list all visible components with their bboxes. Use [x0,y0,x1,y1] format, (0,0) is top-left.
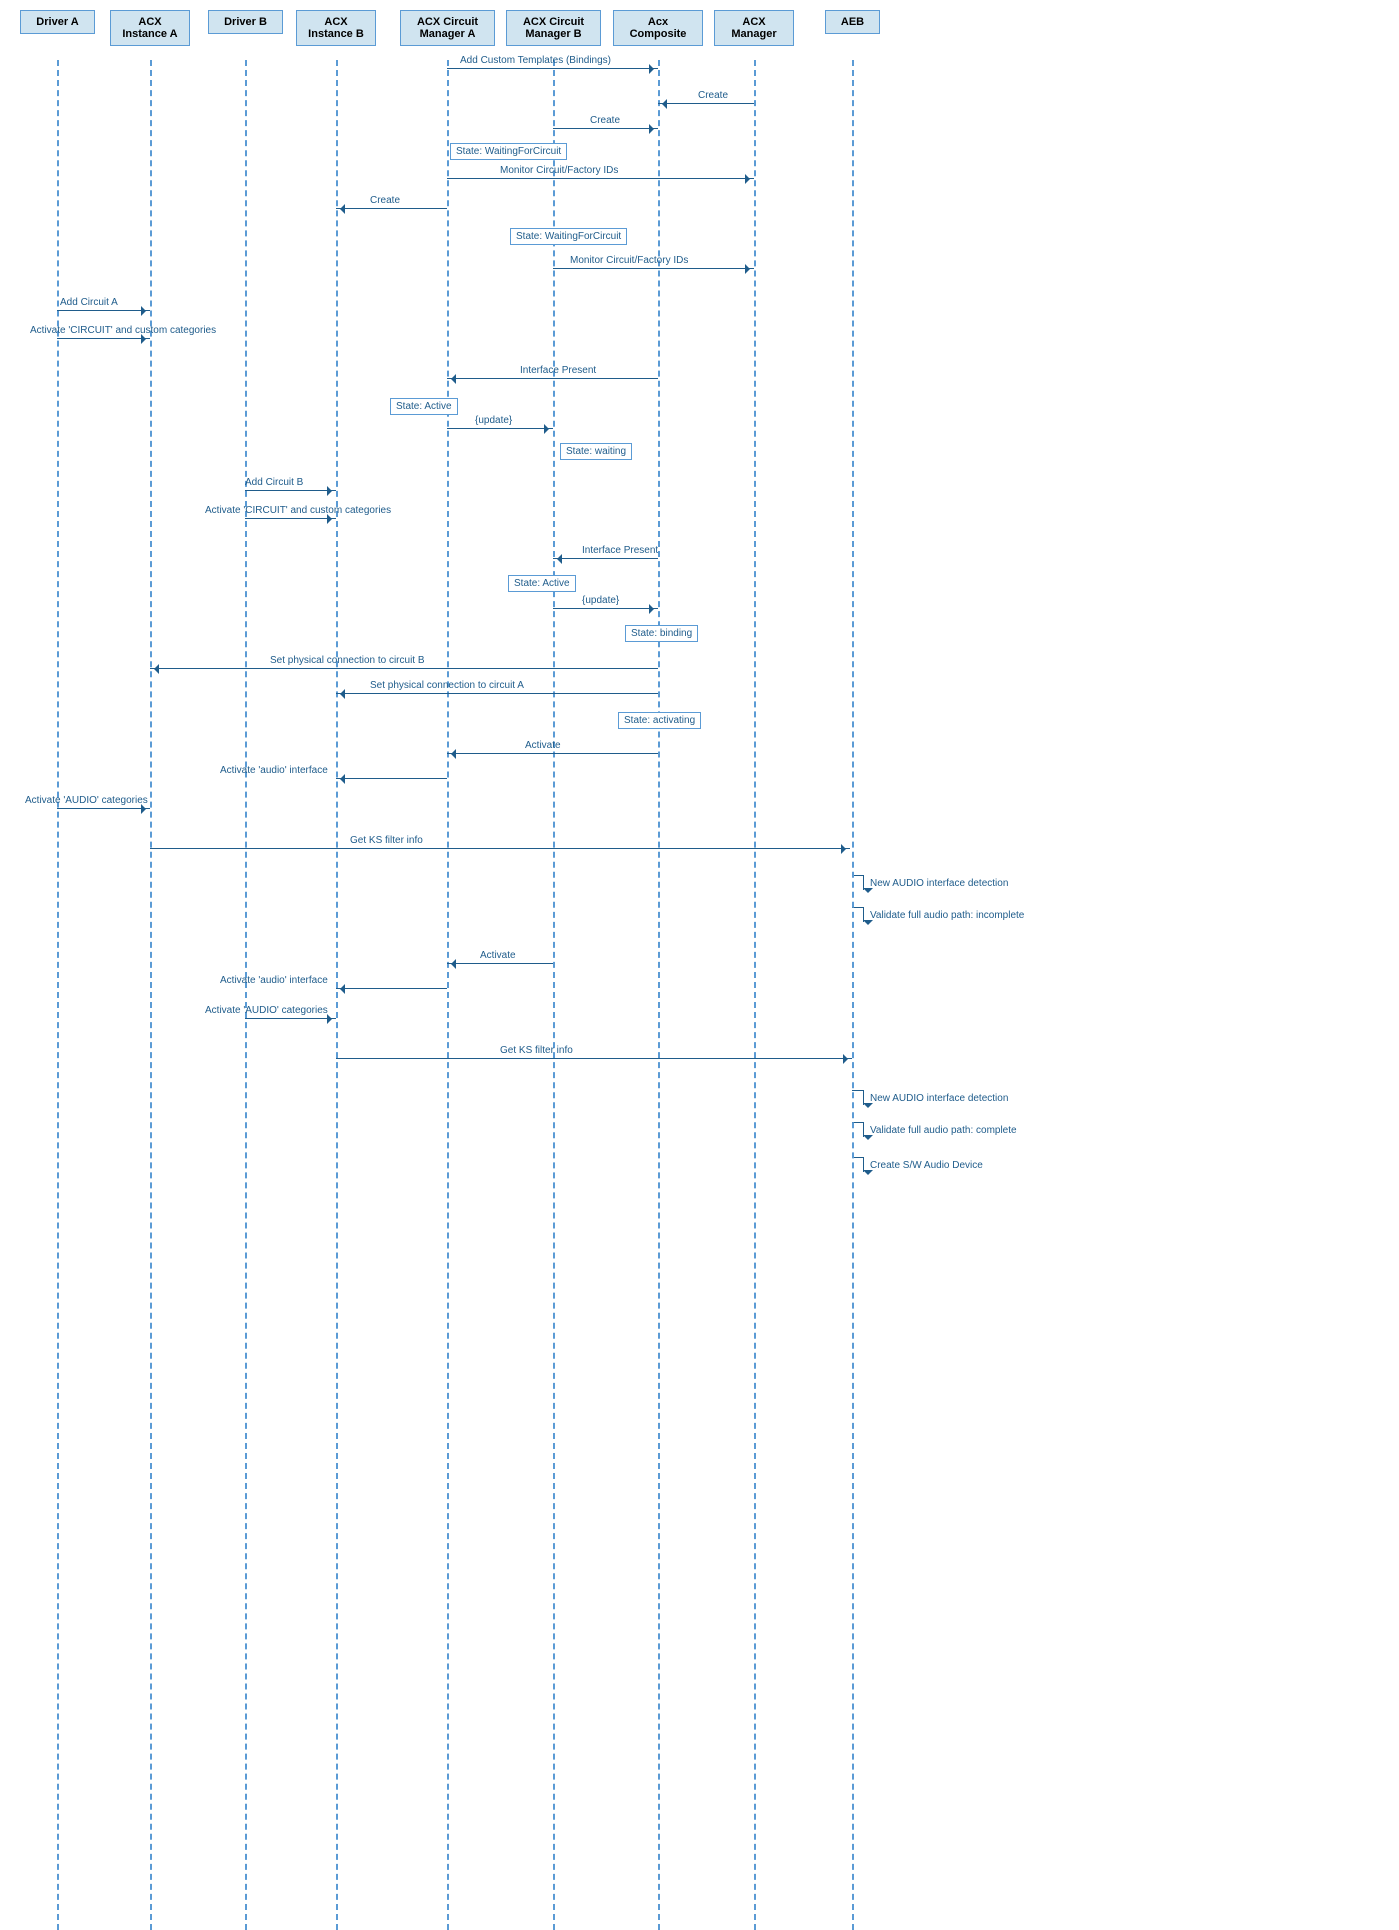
state-binding: State: binding [625,625,698,642]
label-set-phys-b: Set physical connection to circuit B [270,655,425,666]
lifeline-aeb [852,60,854,1930]
msg-set-phys-a [336,693,658,694]
label-create-2: Create [590,115,620,126]
label-create-1: Create [698,90,728,101]
label-activate-1: Activate [525,740,561,751]
sidenote-create-sw-audio: Create S/W Audio Device [870,1160,983,1171]
sidenote-new-audio-2: New AUDIO interface detection [870,1093,1008,1104]
msg-add-circuit-a [57,310,150,311]
state-waiting-b: State: waiting [560,443,632,460]
participant-acxInstB: ACXInstance B [296,10,376,46]
lifeline-acxInstB [336,60,338,1930]
self-arrow-head-3 [863,1103,873,1113]
self-arrow-head-2 [863,920,873,930]
label-monitor-2: Monitor Circuit/Factory IDs [570,255,688,266]
msg-set-phys-b [150,668,658,669]
msg-activate-2 [447,963,553,964]
label-monitor-1: Monitor Circuit/Factory IDs [500,165,618,176]
label-activate-audio-cat-2: Activate 'AUDIO' categories [205,1005,328,1016]
lifeline-acxCMgrB [553,60,555,1930]
label-set-phys-a: Set physical connection to circuit A [370,680,524,691]
label-get-ks-1: Get KS filter info [350,835,423,846]
lifeline-acxMgr [754,60,756,1930]
participant-acxCMgrB: ACX CircuitManager B [506,10,601,46]
label-add-circuit-a: Add Circuit A [60,297,118,308]
msg-create-3 [336,208,447,209]
label-interface-present-a: Interface Present [520,365,596,376]
msg-activate-circuit-a [57,338,150,339]
msg-activate-audio-iface-1 [336,778,447,779]
lifeline-acxCMgrA [447,60,449,1930]
msg-update-1 [447,428,553,429]
label-update-2: {update} [582,595,619,606]
lifeline-acxComp [658,60,660,1930]
sequence-diagram: Driver A ACXInstance A Driver B ACXInsta… [0,0,1399,1921]
label-get-ks-2: Get KS filter info [500,1045,573,1056]
state-active-b: State: Active [508,575,576,592]
label-activate-2: Activate [480,950,516,961]
participant-acxComp: AcxComposite [613,10,703,46]
participant-acxMgr: ACXManager [714,10,794,46]
sidenote-validate-1: Validate full audio path: incomplete [870,910,1024,921]
msg-add-circuit-b [245,490,336,491]
label-add-custom-templates: Add Custom Templates (Bindings) [460,55,611,66]
sidenote-new-audio-1: New AUDIO interface detection [870,878,1008,889]
state-active-a: State: Active [390,398,458,415]
self-arrow-head-1 [863,888,873,898]
label-create-3: Create [370,195,400,206]
state-waiting-circuit-b: State: WaitingForCircuit [510,228,627,245]
label-add-circuit-b: Add Circuit B [245,477,303,488]
sidenote-validate-2: Validate full audio path: complete [870,1125,1017,1136]
msg-get-ks-2 [336,1058,852,1059]
msg-add-custom-templates [447,68,658,69]
msg-monitor-2 [553,268,754,269]
participant-acxCMgrA: ACX CircuitManager A [400,10,495,46]
msg-activate-audio-cat-1 [57,808,150,809]
label-update-1: {update} [475,415,512,426]
state-activating: State: activating [618,712,701,729]
msg-activate-audio-iface-2 [336,988,447,989]
msg-get-ks-1 [150,848,850,849]
msg-activate-circuit-b [245,518,336,519]
label-activate-audio-cat-1: Activate 'AUDIO' categories [25,795,148,806]
msg-interface-present-b [553,558,658,559]
msg-activate-audio-cat-2 [245,1018,336,1019]
msg-monitor-1 [447,178,754,179]
participant-driverA: Driver A [20,10,95,34]
msg-create-2 [553,128,658,129]
msg-create-1 [658,103,754,104]
msg-interface-present-a [447,378,658,379]
state-waiting-circuit-a: State: WaitingForCircuit [450,143,567,160]
self-arrow-head-5 [863,1170,873,1180]
msg-update-2 [553,608,658,609]
lifeline-driverA [57,60,59,1930]
participant-driverB: Driver B [208,10,283,34]
label-activate-circuit-a: Activate 'CIRCUIT' and custom categories [30,325,216,336]
label-activate-audio-iface-1: Activate 'audio' interface [220,765,328,776]
msg-activate-1 [447,753,658,754]
participant-aeb: AEB [825,10,880,34]
label-activate-audio-iface-2: Activate 'audio' interface [220,975,328,986]
self-arrow-head-4 [863,1135,873,1145]
participant-acxInstA: ACXInstance A [110,10,190,46]
lifeline-driverB [245,60,247,1930]
label-activate-circuit-b: Activate 'CIRCUIT' and custom categories [205,505,391,516]
label-interface-present-b: Interface Present [582,545,658,556]
